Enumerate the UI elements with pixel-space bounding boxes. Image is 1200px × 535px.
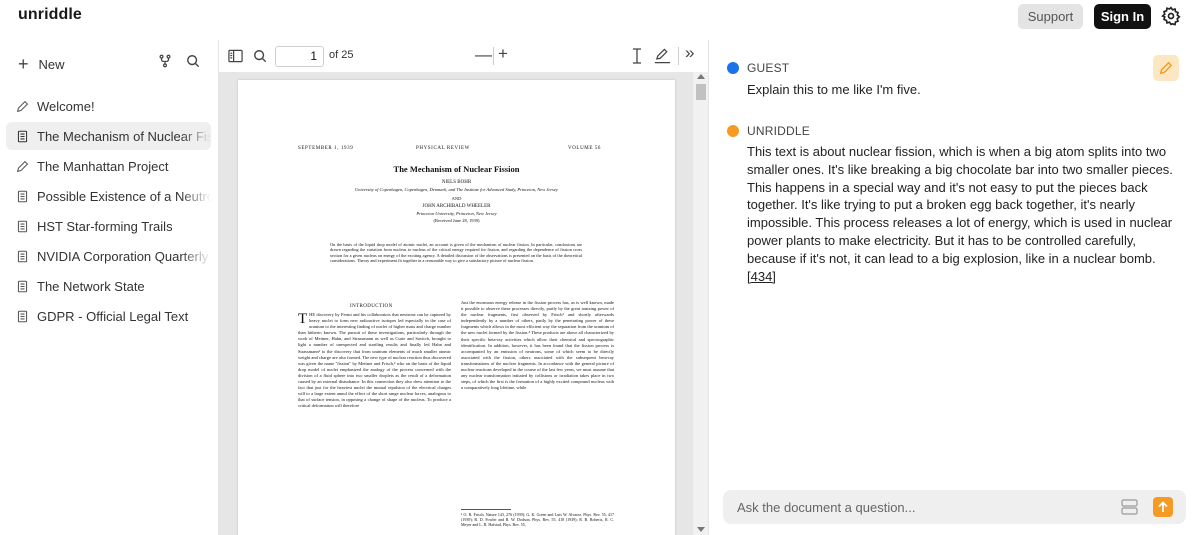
author-label: GUEST <box>747 61 790 75</box>
sidebar-tools <box>158 54 200 68</box>
unriddle-message-text: This text is about nuclear fission, whic… <box>747 144 1173 266</box>
message-author-guest: GUEST <box>727 61 789 75</box>
toolbar-divider <box>678 47 679 65</box>
gear-icon[interactable] <box>1161 6 1181 26</box>
sign-in-button[interactable]: Sign In <box>1094 4 1151 29</box>
sidebar-item-network-state[interactable]: The Network State <box>6 272 211 300</box>
unriddle-message: This text is about nuclear fission, whic… <box>747 143 1177 285</box>
author-bohr: NIELS BOHR <box>441 180 472 185</box>
expand-panel-button[interactable]: » <box>685 43 694 63</box>
sidebar-item-hst-trails[interactable]: HST Star-forming Trails <box>6 212 211 240</box>
dropcap: T <box>298 311 308 327</box>
document-icon <box>17 280 28 292</box>
support-button[interactable]: Support <box>1018 4 1083 29</box>
new-document-button[interactable]: + New <box>18 54 65 74</box>
page-number-input[interactable]: 1 <box>275 46 324 67</box>
draw-icon[interactable] <box>654 48 671 64</box>
new-label: New <box>38 56 65 72</box>
stack-icon[interactable] <box>1121 499 1138 515</box>
branch-icon[interactable] <box>158 54 172 68</box>
plus-icon: + <box>18 54 29 74</box>
sidebar-item-label: GDPR - Official Legal Text <box>37 308 189 324</box>
journal-name: PHYSICAL REVIEW <box>416 146 470 151</box>
sidebar-item-label: Welcome! <box>37 98 95 114</box>
guest-dot <box>727 62 739 74</box>
guest-message-text: Explain this to me like I'm five. <box>747 82 921 97</box>
page-count: of 25 <box>329 49 354 61</box>
sidebar-item-label: The Manhattan Project <box>37 158 169 174</box>
footnote-rule <box>461 509 511 510</box>
zoom-divider <box>493 47 494 65</box>
document-icon <box>17 220 28 232</box>
message-author-unriddle: UNRIDDLE <box>727 124 810 138</box>
zoom-out-button[interactable]: — <box>475 45 492 65</box>
scroll-down-arrow[interactable] <box>697 527 705 532</box>
sidebar-item-label: The Network State <box>37 278 145 294</box>
pencil-icon <box>16 160 29 172</box>
citation-link[interactable]: [434] <box>747 269 776 284</box>
author-wheeler: JOHN ARCHIBALD WHEELER <box>422 204 491 209</box>
document-icon <box>17 310 28 322</box>
search-icon[interactable] <box>253 49 267 63</box>
right-column: Just the enormous energy release in the … <box>461 300 614 391</box>
pdf-scrollbar[interactable] <box>693 72 708 535</box>
sidebar-item-nvidia-report[interactable]: NVIDIA Corporation Quarterly Report <box>6 242 211 270</box>
zoom-in-button[interactable]: + <box>498 44 508 64</box>
sidebar-item-welcome[interactable]: Welcome! <box>6 92 211 120</box>
sidebar-item-existence-of-neutron[interactable]: Possible Existence of a Neutron <box>6 182 211 210</box>
affiliation-bohr: University of Copenhagen, Copenhagen, De… <box>355 187 558 192</box>
scroll-thumb[interactable] <box>696 84 706 100</box>
app-logo[interactable]: unriddle <box>18 6 82 24</box>
affiliation-wheeler: Princeton University, Princeton, New Jer… <box>416 211 497 216</box>
send-button[interactable] <box>1153 497 1173 517</box>
journal-volume: VOLUME 56 <box>568 146 602 151</box>
paper-title: The Mechanism of Nuclear Fission <box>393 164 520 174</box>
document-list: Welcome! The Mechanism of Nuclear Fissio… <box>6 92 211 332</box>
left-column: T HE discovery by Fermi and his collabora… <box>298 312 451 410</box>
sidebar-item-mechanism-of-nuclear-fission[interactable]: The Mechanism of Nuclear Fission <box>6 122 211 150</box>
document-icon <box>17 190 28 202</box>
received-date: (Received June 28, 1939) <box>433 218 480 223</box>
introduction-heading: INTRODUCTION <box>350 304 393 309</box>
author-conjunction: AND <box>451 196 462 201</box>
top-bar: unriddle Support Sign In <box>0 0 1200 40</box>
search-icon[interactable] <box>186 54 200 68</box>
pencil-icon <box>1159 61 1173 75</box>
document-icon <box>17 250 28 262</box>
arrow-up-icon <box>1158 501 1168 512</box>
sidebar-item-manhattan-project[interactable]: The Manhattan Project <box>6 152 211 180</box>
label-fade <box>181 122 211 150</box>
journal-date: SEPTEMBER 1, 1939 <box>298 146 354 151</box>
sidebar-toggle-icon[interactable] <box>228 49 243 63</box>
pdf-toolbar: 1 of 25 — + » <box>218 40 708 72</box>
footnote: ¹ O. R. Frisch, Nature 143, 276 (1939); … <box>461 512 614 528</box>
unriddle-dot <box>727 125 739 137</box>
document-icon <box>17 130 28 142</box>
author-label: UNRIDDLE <box>747 124 810 138</box>
question-input[interactable] <box>723 490 1113 524</box>
sidebar-item-label: HST Star-forming Trails <box>37 218 173 234</box>
pdf-page: SEPTEMBER 1, 1939 PHYSICAL REVIEW VOLUME… <box>238 80 675 535</box>
abstract: On the basis of the liquid drop model of… <box>330 242 582 264</box>
pencil-icon <box>16 100 29 112</box>
label-fade <box>181 242 211 270</box>
sidebar: + New Welcome! The Mechanism of Nuclear … <box>0 40 218 535</box>
label-fade <box>181 182 211 210</box>
edit-button[interactable] <box>1153 55 1179 81</box>
left-column-text: HE discovery by Fermi and his collaborat… <box>298 312 451 409</box>
text-cursor-icon[interactable] <box>631 48 643 64</box>
chat-panel: GUEST Explain this to me like I'm five. … <box>708 40 1200 535</box>
pdf-viewer[interactable]: SEPTEMBER 1, 1939 PHYSICAL REVIEW VOLUME… <box>218 72 708 535</box>
scroll-up-arrow[interactable] <box>697 74 705 79</box>
question-box <box>723 490 1186 524</box>
sidebar-item-gdpr[interactable]: GDPR - Official Legal Text <box>6 302 211 330</box>
